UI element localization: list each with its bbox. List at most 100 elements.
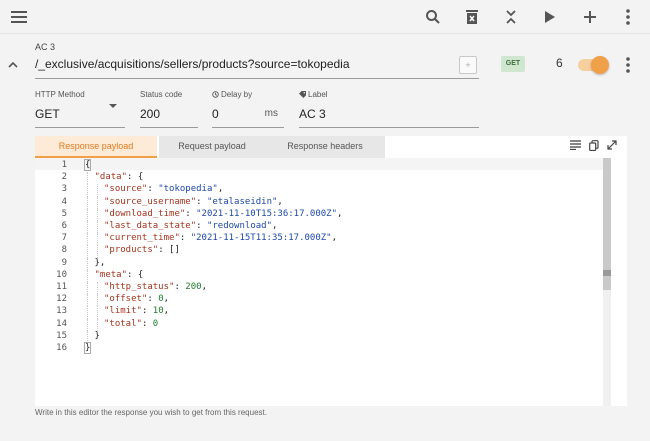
editor-actions: [570, 140, 617, 154]
http-method-value: GET: [35, 107, 60, 121]
line-number: 2: [61, 172, 67, 183]
indent-guide: [87, 208, 88, 221]
tab-response-payload[interactable]: Response payload: [35, 136, 157, 158]
route-header: AC 3 /_exclusive/acquisitions/sellers/pr…: [0, 36, 650, 86]
indent-guide: [96, 184, 98, 197]
indent-guide: [87, 172, 88, 185]
indent-guide: [96, 306, 98, 319]
code-line: "source_username": "etalaseidin",: [104, 196, 283, 207]
editor-scrollbar-marker: [603, 270, 611, 276]
line-number: 10: [56, 269, 67, 280]
indent-guide: [87, 318, 88, 331]
add-query-button[interactable]: +: [459, 56, 477, 74]
line-number: 4: [61, 196, 67, 207]
label-label: Label: [308, 90, 328, 99]
copy-icon[interactable]: [589, 140, 599, 154]
collapse-all-icon[interactable]: [499, 5, 523, 29]
route-enabled-toggle[interactable]: [578, 56, 609, 74]
label-label-wrap: Label: [299, 90, 328, 99]
clock-icon: [212, 91, 219, 98]
indent-guide: [87, 245, 88, 258]
code-editor[interactable]: 1 2 3 4 5 6 7 8 9 10 11 12 13 14 15 16 {"data": {"sourc…: [35, 158, 609, 406]
line-number: 6: [61, 221, 67, 231]
play-icon[interactable]: [538, 5, 562, 29]
status-code-label: Status code: [140, 90, 183, 99]
line-number: 12: [56, 294, 67, 305]
indent-guide: [96, 294, 98, 307]
indent-guide: [87, 196, 88, 209]
delay-field[interactable]: Delay by 0 ms: [212, 90, 284, 128]
editor-hint: Write in this editor the response you wi…: [35, 408, 267, 417]
indent-guide: [87, 330, 88, 343]
line-number: 15: [56, 330, 67, 341]
menu-icon[interactable]: [8, 5, 32, 29]
method-badge: GET: [501, 56, 525, 72]
format-icon[interactable]: [570, 140, 581, 154]
code-line: "offset": 0,: [104, 294, 170, 305]
code-line: "http_status": 200,: [104, 282, 207, 292]
indent-guide: [87, 221, 88, 234]
code-line: "current_time": "2021-11-15T11:35:17.000…: [104, 233, 338, 244]
caret-down-icon: [109, 104, 117, 108]
indent-guide: [87, 184, 88, 197]
line-number: 7: [61, 233, 67, 244]
line-number: 3: [61, 184, 67, 195]
editor-panel: Response payload Request payload Respons…: [35, 136, 627, 406]
expand-icon[interactable]: [607, 140, 617, 154]
line-number-gutter: 1 2 3 4 5 6 7 8 9 10 11 12 13 14 15 16: [35, 158, 83, 406]
indent-guide: [87, 233, 88, 246]
indent-guide: [96, 318, 98, 331]
code-line: },: [94, 257, 106, 268]
line-number: 16: [56, 343, 67, 353]
indent-guide: [96, 196, 98, 209]
label-value: AC 3: [299, 107, 326, 121]
code-line: "total": 0: [104, 318, 159, 329]
delay-label-wrap: Delay by: [212, 90, 252, 99]
delay-value: 0: [212, 107, 219, 121]
top-toolbar: [0, 0, 650, 34]
line-number: 9: [61, 257, 67, 268]
indent-guide: [87, 257, 88, 270]
code-line: "download_time": "2021-11-10T15:36:17.00…: [104, 208, 343, 219]
indent-guide: [87, 282, 88, 295]
tab-bar: Response payload Request payload Respons…: [35, 136, 385, 158]
trash-icon[interactable]: [460, 5, 484, 29]
route-name: AC 3: [35, 42, 56, 52]
indent-guide: [96, 245, 98, 258]
indent-guide: [87, 306, 88, 319]
status-code-field[interactable]: Status code 200: [140, 90, 198, 128]
code-line: }: [94, 330, 100, 341]
toggle-knob: [591, 56, 609, 74]
line-number: 13: [56, 306, 67, 317]
delay-label: Delay by: [221, 90, 253, 99]
plus-icon[interactable]: [578, 5, 602, 29]
line-number: 8: [61, 245, 67, 256]
code-line: "data": {: [94, 172, 144, 183]
code-line: "meta": {: [94, 269, 144, 280]
chevron-up-icon[interactable]: [6, 58, 20, 72]
delay-unit: ms: [264, 108, 278, 119]
status-code-value: 200: [140, 107, 161, 121]
tab-request-payload[interactable]: Request payload: [159, 136, 265, 158]
tab-response-headers[interactable]: Response headers: [265, 136, 385, 158]
active-line-highlight: [35, 158, 609, 170]
code-line: }: [83, 342, 92, 354]
route-path-input[interactable]: /_exclusive/acquisitions/sellers/product…: [35, 57, 479, 79]
code-line: "limit": 10,: [104, 306, 170, 317]
label-field[interactable]: Label AC 3: [299, 90, 479, 128]
code-line: {: [83, 159, 92, 171]
indent-guide: [87, 269, 88, 282]
code-line: "source": "tokopedia",: [104, 184, 224, 195]
http-method-select[interactable]: HTTP Method GET: [35, 90, 125, 128]
line-number: 1: [61, 160, 67, 170]
indent-guide: [96, 221, 98, 234]
search-icon[interactable]: [421, 5, 445, 29]
indent-guide: [96, 208, 98, 221]
route-more-icon[interactable]: [620, 55, 636, 75]
line-number: 5: [61, 208, 67, 219]
code-line: "products": []: [104, 245, 180, 256]
response-count: 6: [556, 56, 563, 70]
more-vertical-icon[interactable]: [616, 5, 640, 29]
line-number: 14: [56, 318, 67, 329]
code-line: "last_data_state": "redownload",: [104, 221, 278, 231]
